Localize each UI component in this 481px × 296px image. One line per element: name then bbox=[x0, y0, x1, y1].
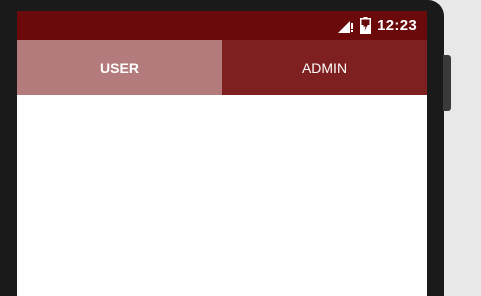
device-side-button bbox=[443, 55, 451, 111]
tab-user-label: USER bbox=[100, 59, 139, 76]
status-bar: 12:23 bbox=[17, 11, 427, 40]
cell-signal-icon bbox=[338, 18, 354, 33]
tab-user[interactable]: USER bbox=[17, 40, 222, 95]
status-icons: 12:23 bbox=[338, 11, 417, 40]
battery-charging-icon bbox=[360, 17, 372, 34]
tab-content-area bbox=[17, 95, 427, 296]
tab-bar: USER ADMIN bbox=[17, 40, 427, 95]
phone-screen: 12:23 USER ADMIN bbox=[17, 11, 427, 296]
tab-admin-label: ADMIN bbox=[301, 59, 348, 76]
status-clock: 12:23 bbox=[377, 17, 417, 34]
tab-admin[interactable]: ADMIN bbox=[222, 40, 427, 95]
